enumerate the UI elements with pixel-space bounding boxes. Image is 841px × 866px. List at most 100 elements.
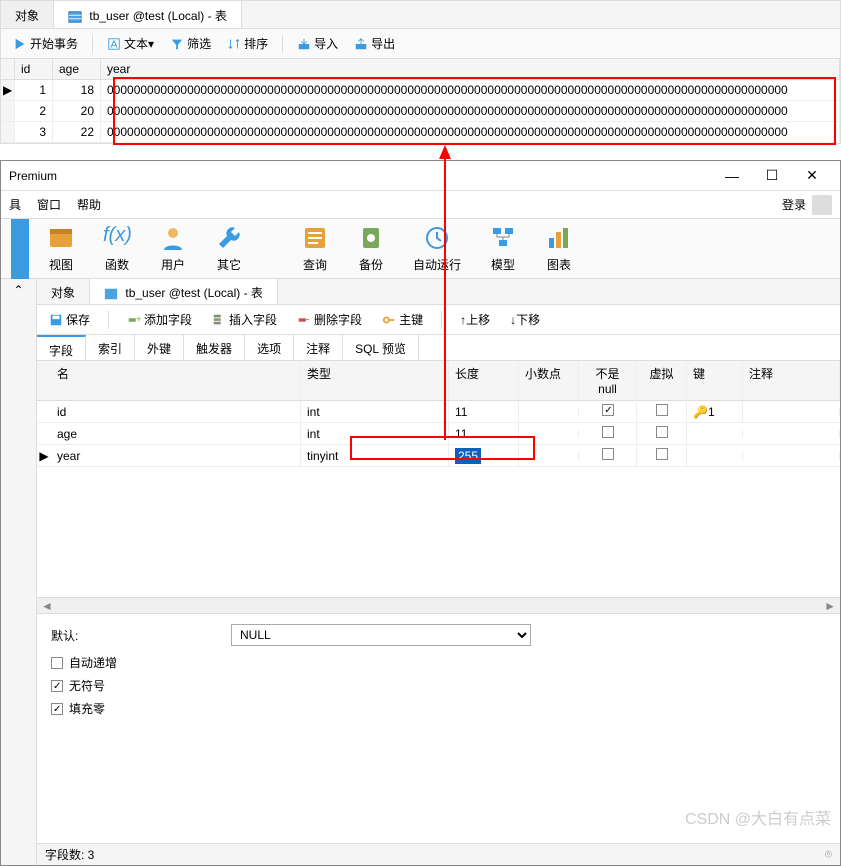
default-select[interactable]: NULL [231,624,531,646]
col-nn[interactable]: 不是 null [579,361,637,400]
left-rail[interactable]: ⌃ [1,279,37,865]
subtab-comment[interactable]: 注释 [294,335,343,360]
cell-id[interactable]: 2 [15,101,53,121]
minimize-button[interactable]: — [712,162,752,190]
export-button[interactable]: 导出 [348,32,401,55]
begin-tx-button[interactable]: 开始事务 [7,32,84,55]
cell-virt[interactable] [637,400,687,423]
col-age[interactable]: age [53,59,101,79]
cell-nn[interactable] [579,444,637,467]
insert-field-button[interactable]: 插入字段 [206,308,283,331]
cell-key[interactable] [687,430,743,438]
field-row[interactable]: id int 11 🔑1 [37,401,840,423]
field-row[interactable]: ▶ year tinyint 255 [37,445,840,467]
unsigned-checkbox[interactable]: 无符号 [51,677,826,694]
login-link[interactable]: 登录 [782,196,806,213]
function-button[interactable]: f(x)函数 [103,224,131,273]
cell-dec[interactable] [519,430,579,438]
function-label: 函数 [105,256,129,273]
close-button[interactable]: ✕ [792,162,832,190]
subtab-sqlpreview[interactable]: SQL 预览 [343,335,419,360]
subtab-indexes[interactable]: 索引 [86,335,135,360]
cell-note[interactable] [743,430,840,438]
avatar-icon[interactable] [812,195,832,215]
cell-age[interactable]: 22 [53,122,101,142]
view-button[interactable]: 视图 [47,224,75,273]
autorun-button[interactable]: 自动运行 [413,224,461,273]
add-field-button[interactable]: +添加字段 [121,308,198,331]
col-key[interactable]: 键 [687,361,743,400]
cell-nn[interactable] [579,400,637,423]
autoinc-checkbox[interactable]: 自动递增 [51,654,826,671]
cell-key[interactable]: 🔑1 [687,401,743,423]
cell-len[interactable]: 11 [449,423,519,445]
subtab-fields[interactable]: 字段 [37,335,86,360]
subtab-options[interactable]: 选项 [245,335,294,360]
cell-id[interactable]: 3 [15,122,53,142]
add-icon: + [127,313,141,327]
col-note[interactable]: 注释 [743,361,840,400]
cell-len[interactable]: 255 [449,445,519,467]
cell-name[interactable]: age [51,423,301,445]
chart-button[interactable]: 图表 [545,224,573,273]
tab-objects[interactable]: 对象 [1,1,54,28]
save-button[interactable]: 保存 [43,308,96,331]
other-button[interactable]: 其它 [215,224,243,273]
cell-key[interactable] [687,452,743,460]
cell-dec[interactable] [519,452,579,460]
col-len[interactable]: 长度 [449,361,519,400]
delete-field-button[interactable]: -删除字段 [291,308,368,331]
cell-type[interactable]: int [301,401,449,423]
cell-nn[interactable] [579,422,637,445]
grid-row[interactable]: 2 20 00000000000000000000000000000000000… [1,101,840,122]
text-button[interactable]: A文本 ▾ [101,32,160,55]
field-row[interactable]: age int 11 [37,423,840,445]
tab-table[interactable]: tb_user @test (Local) - 表 [54,1,242,28]
subtab-triggers[interactable]: 触发器 [184,335,245,360]
col-dec[interactable]: 小数点 [519,361,579,400]
menu-window[interactable]: 窗口 [37,196,61,213]
menu-tools[interactable]: 具 [9,196,21,213]
maximize-button[interactable]: ☐ [752,162,792,190]
zerofill-checkbox[interactable]: 填充零 [51,700,826,717]
cell-name[interactable]: year [51,445,301,467]
cell-age[interactable]: 18 [53,80,101,100]
filter-button[interactable]: 筛选 [164,32,217,55]
cell-len[interactable]: 11 [449,401,519,423]
col-virt[interactable]: 虚拟 [637,361,687,400]
cell-virt[interactable] [637,444,687,467]
backup-button[interactable]: 备份 [357,224,385,273]
cell-note[interactable] [743,408,840,416]
cell-name[interactable]: id [51,401,301,423]
resize-grip-icon[interactable]: ⌾ [825,847,832,862]
cell-virt[interactable] [637,422,687,445]
cell-type[interactable]: tinyint [301,445,449,467]
primary-key-button[interactable]: 主键 [376,308,429,331]
cell-year[interactable]: 0000000000000000000000000000000000000000… [101,80,840,100]
cell-age[interactable]: 20 [53,101,101,121]
cell-year[interactable]: 0000000000000000000000000000000000000000… [101,101,840,121]
user-button[interactable]: 用户 [159,224,187,273]
dtab-objects[interactable]: 对象 [37,279,90,304]
col-year[interactable]: year [101,59,840,79]
cell-type[interactable]: int [301,423,449,445]
menu-help[interactable]: 帮助 [77,196,101,213]
subtab-fks[interactable]: 外键 [135,335,184,360]
h-scrollbar[interactable]: ◄► [37,597,840,613]
sort-button[interactable]: 排序 [221,32,274,55]
cell-dec[interactable] [519,408,579,416]
dtab-table[interactable]: tb_user @test (Local) - 表 [90,279,278,304]
cell-id[interactable]: 1 [15,80,53,100]
move-down-button[interactable]: ↓ 下移 [504,308,546,331]
query-button[interactable]: 查询 [301,224,329,273]
cell-year[interactable]: 0000000000000000000000000000000000000000… [101,122,840,142]
grid-row[interactable]: ▶ 1 18 000000000000000000000000000000000… [1,80,840,101]
import-button[interactable]: 导入 [291,32,344,55]
grid-row[interactable]: 3 22 00000000000000000000000000000000000… [1,122,840,143]
col-id[interactable]: id [15,59,53,79]
move-up-button[interactable]: ↑ 上移 [454,308,496,331]
cell-note[interactable] [743,452,840,460]
col-name[interactable]: 名 [51,361,301,400]
col-type[interactable]: 类型 [301,361,449,400]
model-button[interactable]: 模型 [489,224,517,273]
